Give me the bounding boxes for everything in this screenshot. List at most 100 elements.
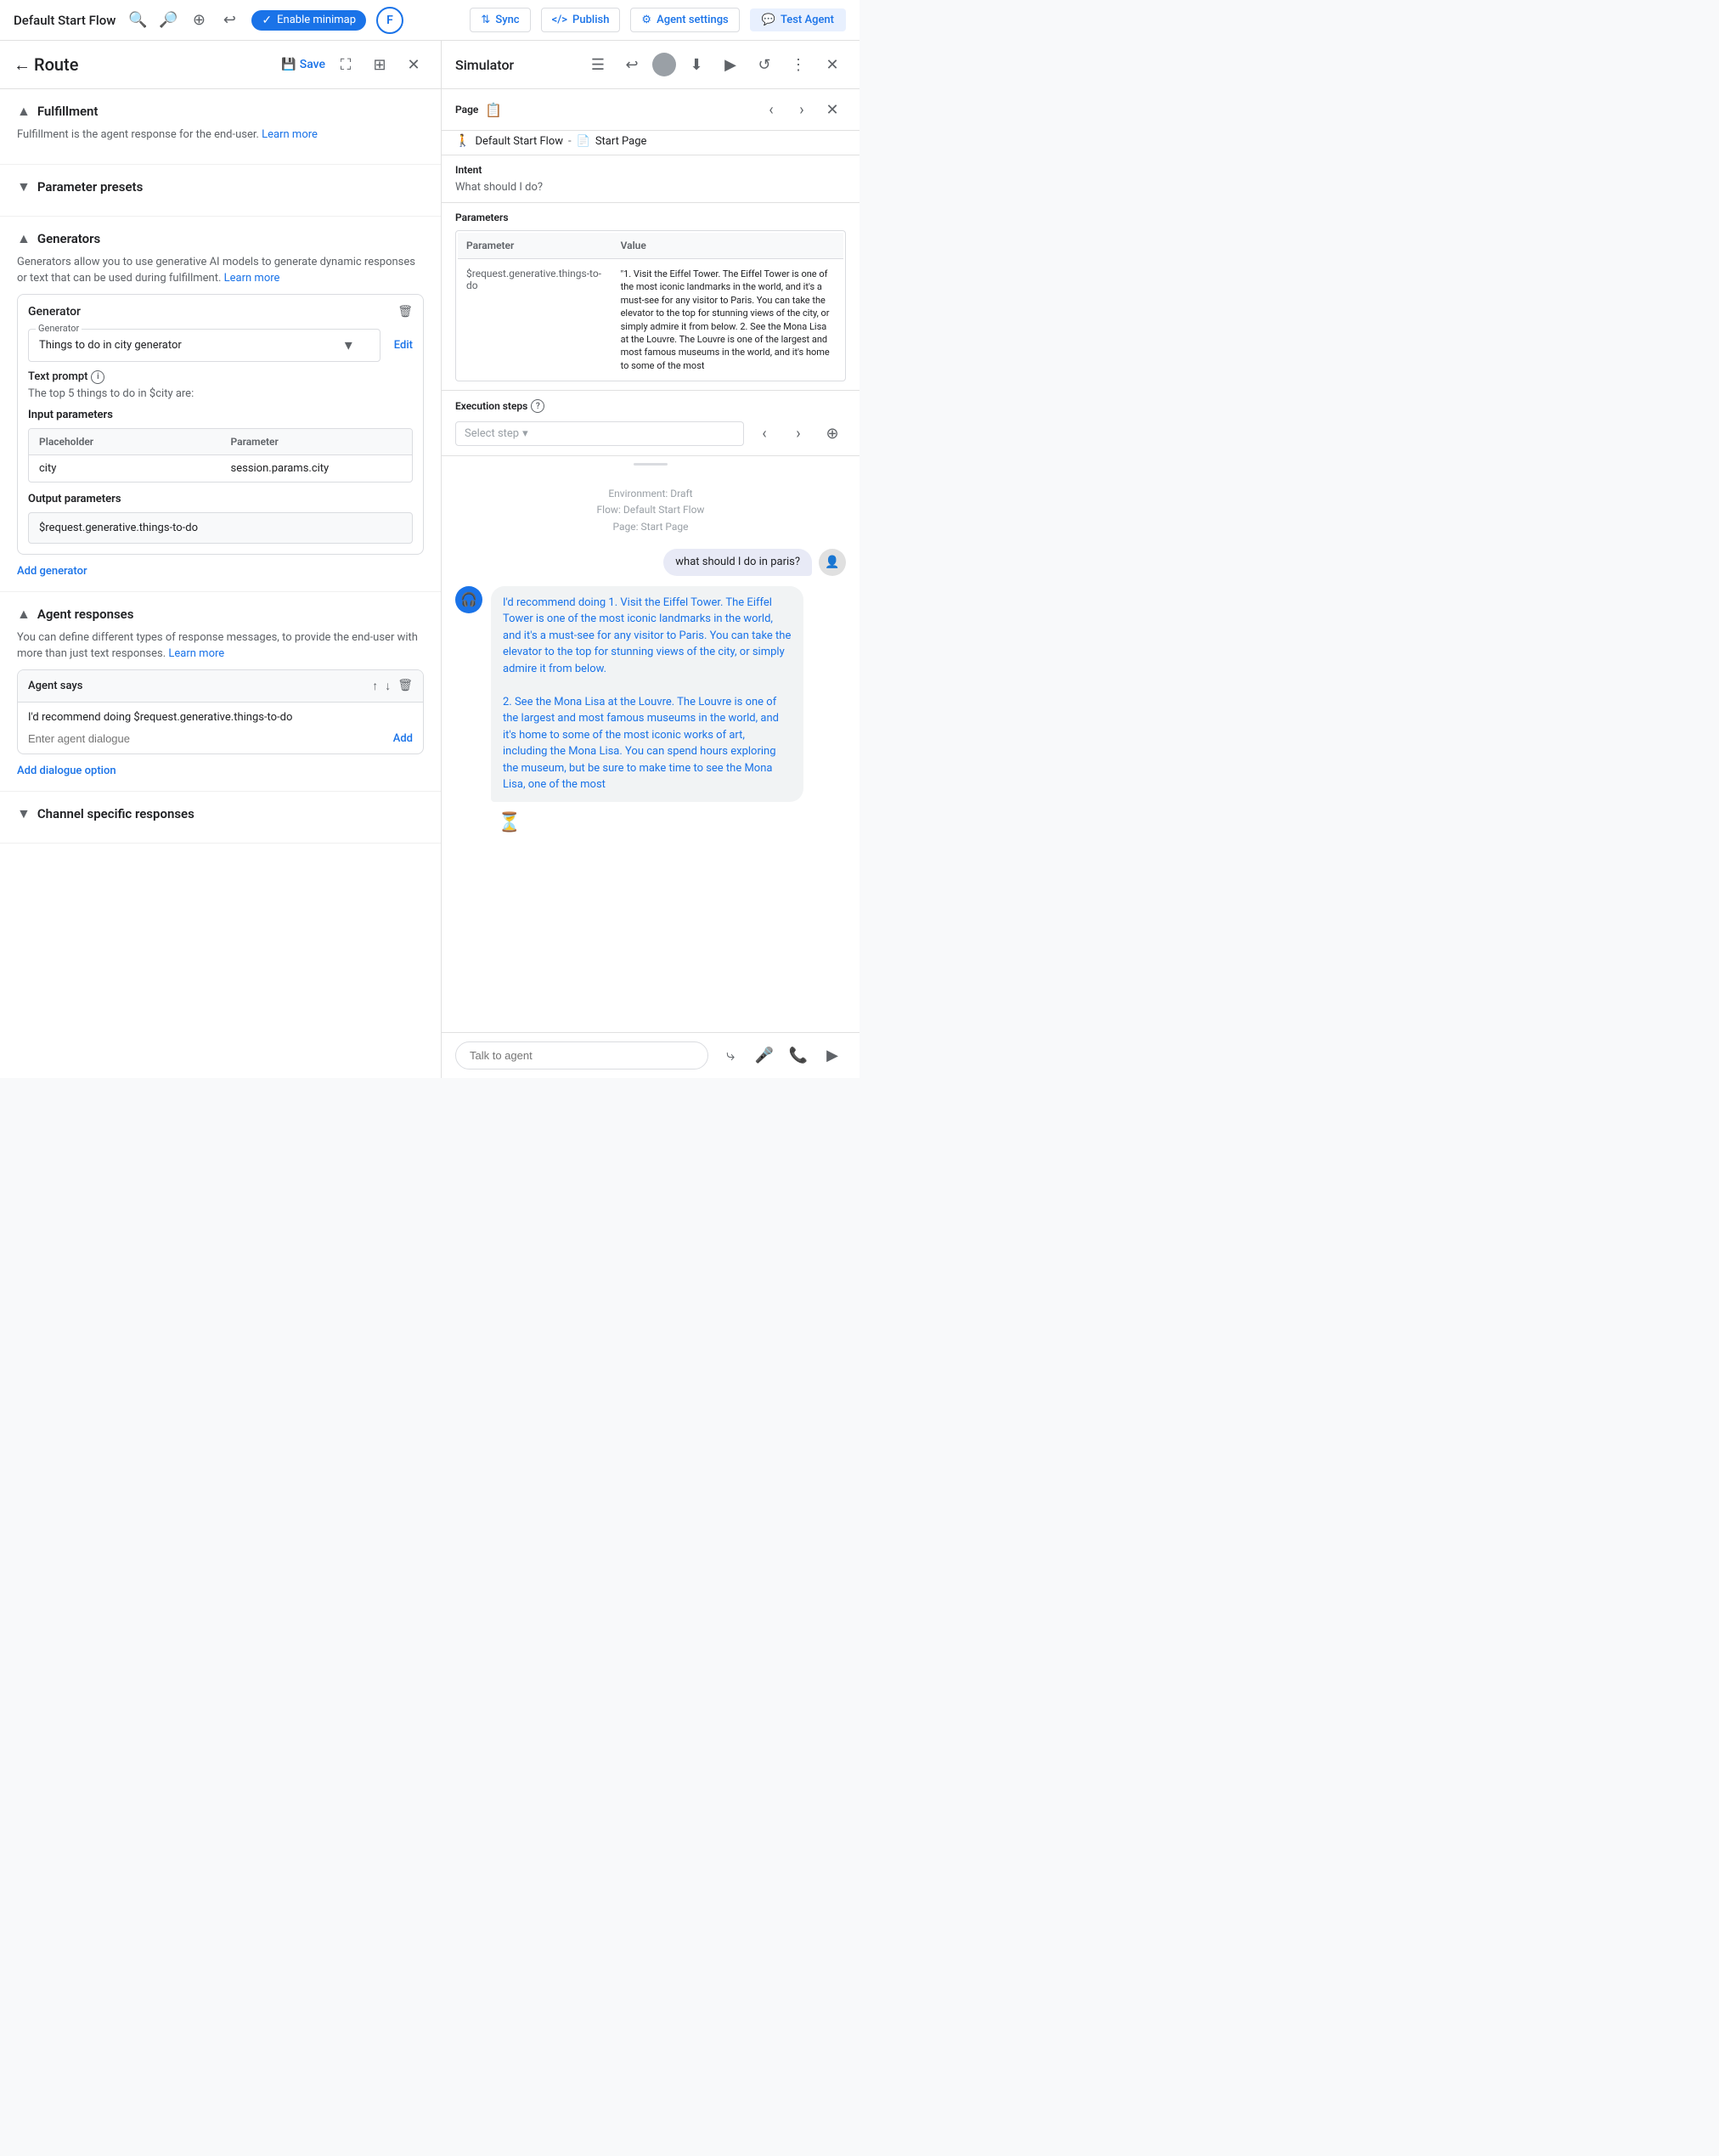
minimap-label: Enable minimap — [277, 14, 356, 26]
publish-button[interactable]: </> Publish — [541, 8, 621, 32]
page-doc-icon: 📋 — [485, 102, 502, 118]
settings-icon[interactable]: ⊞ — [366, 51, 393, 78]
send-icon[interactable]: ⤷ — [717, 1042, 744, 1070]
generator-dropdown[interactable]: Generator Things to do in city generator… — [28, 329, 380, 362]
output-field: $request.generative.things-to-do — [28, 512, 413, 544]
agent-says-actions: ↑ ↓ 🗑 — [372, 679, 413, 693]
chat-input[interactable] — [455, 1041, 708, 1070]
collapse-icon-generators: ▲ — [17, 230, 31, 247]
bot-message: 🎧 I'd recommend doing 1. Visit the Eiffe… — [455, 586, 846, 802]
back-arrow-icon: ← — [14, 54, 31, 76]
sim-page-info: Page 📋 — [455, 102, 751, 118]
right-panel: Simulator ☰ ↩ ⬇ ▶ ↺ ⋮ ✕ Page 📋 ‹ › ✕ — [442, 41, 860, 1078]
dropdown-label: Generator — [36, 323, 82, 334]
agent-settings-button[interactable]: ⚙ Agent settings — [630, 8, 739, 32]
page-next-icon[interactable]: › — [788, 96, 815, 123]
move-up-icon[interactable]: ↑ — [372, 679, 378, 693]
zoom-out-icon[interactable]: 🔎 — [156, 8, 180, 32]
add-dialogue-link[interactable]: Add dialogue option — [17, 765, 116, 777]
delete-generator-icon[interactable]: 🗑 — [397, 305, 413, 319]
move-down-icon[interactable]: ↓ — [385, 679, 391, 693]
undo-icon[interactable]: ↩ — [217, 8, 241, 32]
generators-header[interactable]: ▲ Generators — [17, 230, 424, 247]
agent-says-title: Agent says — [28, 680, 82, 692]
agent-input-row: Add — [18, 732, 423, 753]
step-next-icon[interactable]: › — [785, 420, 812, 447]
sim-page-detail: 🚶 Default Start Flow - 📄 Start Page — [442, 131, 860, 155]
generator-box-title: Generator — [28, 305, 81, 319]
agent-responses-section: ▲ Agent responses You can define differe… — [0, 592, 441, 792]
user-avatar[interactable]: F — [376, 7, 403, 34]
sim-play-icon[interactable]: ▶ — [717, 51, 744, 78]
generators-learn-more[interactable]: Learn more — [224, 272, 280, 285]
param-key: $request.generative.things-to-do — [458, 261, 612, 379]
page-close-icon[interactable]: ✕ — [819, 96, 846, 123]
phone-icon[interactable]: 📞 — [785, 1042, 812, 1070]
step-dropdown[interactable]: Select step ▾ — [455, 421, 744, 446]
left-panel-header: ← Route 💾 Save ⛶ ⊞ ✕ — [0, 41, 441, 89]
user-avatar-chat: 👤 — [819, 549, 846, 576]
chat-input-actions: ⤷ 🎤 📞 ▶ — [717, 1042, 846, 1070]
page-label: Page — [455, 104, 478, 116]
info-icon: i — [91, 370, 104, 384]
user-bubble: what should I do in paris? — [663, 549, 812, 576]
left-panel: ← Route 💾 Save ⛶ ⊞ ✕ ▲ Fulfillment Fulfi… — [0, 41, 442, 1078]
main-layout: ← Route 💾 Save ⛶ ⊞ ✕ ▲ Fulfillment Fulfi… — [0, 41, 860, 1078]
sim-more-icon[interactable]: ⋮ — [785, 51, 812, 78]
delete-response-icon[interactable]: 🗑 — [397, 679, 413, 693]
chat-area[interactable]: Environment: DraftFlow: Default Start Fl… — [442, 472, 860, 1032]
bot-avatar: 🎧 — [455, 586, 482, 613]
step-focus-icon[interactable]: ⊕ — [819, 420, 846, 447]
code-icon: </> — [552, 14, 567, 26]
fit-icon[interactable]: ⊕ — [187, 8, 211, 32]
channel-responses-header[interactable]: ▼ Channel specific responses — [17, 805, 424, 822]
agent-says-content: I'd recommend doing $request.generative.… — [18, 703, 423, 732]
agent-responses-title: Agent responses — [37, 607, 134, 622]
topbar-actions: ⇅ Sync </> Publish ⚙ Agent settings 💬 Te… — [470, 8, 846, 32]
page-prev-icon[interactable]: ‹ — [758, 96, 785, 123]
params-table-header: Placeholder Parameter — [29, 429, 412, 454]
flow-title: Default Start Flow — [14, 13, 116, 28]
sim-undo-icon[interactable]: ↩ — [618, 51, 645, 78]
sim-close-icon[interactable]: ✕ — [819, 51, 846, 78]
step-dropdown-arrow: ▾ — [522, 427, 528, 440]
channel-responses-title: Channel specific responses — [37, 806, 194, 821]
agent-dialogue-input[interactable] — [28, 732, 386, 745]
save-button[interactable]: 💾 Save — [281, 58, 325, 71]
page-file-icon: 📄 — [577, 135, 590, 148]
flow-name: Default Start Flow — [475, 135, 563, 148]
sim-refresh-icon[interactable]: ↺ — [751, 51, 778, 78]
zoom-in-icon[interactable]: 🔍 — [126, 8, 149, 32]
expand-icon[interactable]: ⛶ — [332, 51, 359, 78]
walk-icon: 🚶 — [455, 134, 470, 148]
forward-icon[interactable]: ▶ — [819, 1042, 846, 1070]
minimap-toggle[interactable]: ✓ Enable minimap — [251, 10, 366, 31]
placeholder-value: city — [29, 455, 221, 482]
generator-dropdown-value: Things to do in city generator — [39, 339, 182, 352]
agent-responses-learn-more[interactable]: Learn more — [168, 647, 224, 660]
fulfillment-header[interactable]: ▲ Fulfillment — [17, 103, 424, 120]
sync-button[interactable]: ⇅ Sync — [470, 8, 530, 32]
sim-params-table: Parameter Value $request.generative.thin… — [455, 230, 846, 381]
page-name: Start Page — [595, 135, 647, 148]
sim-download-icon[interactable]: ⬇ — [683, 51, 710, 78]
chat-icon: 💬 — [762, 14, 775, 26]
test-agent-button[interactable]: 💬 Test Agent — [750, 8, 846, 31]
edit-generator-link[interactable]: Edit — [394, 339, 413, 352]
add-generator-link[interactable]: Add generator — [17, 565, 87, 578]
parameter-presets-header[interactable]: ▼ Parameter presets — [17, 178, 424, 195]
agent-input-add-button[interactable]: Add — [393, 732, 413, 745]
back-to-route[interactable]: ← Route — [14, 54, 78, 76]
agent-responses-desc: You can define different types of respon… — [17, 629, 424, 663]
sim-page-row: Page 📋 ‹ › ✕ — [442, 89, 860, 131]
sim-menu-icon[interactable]: ☰ — [584, 51, 612, 78]
generator-box: Generator 🗑 Generator Things to do in ci… — [17, 294, 424, 555]
step-prev-icon[interactable]: ‹ — [751, 420, 778, 447]
mic-icon[interactable]: 🎤 — [751, 1042, 778, 1070]
agent-responses-header[interactable]: ▲ Agent responses — [17, 606, 424, 623]
fulfillment-learn-more[interactable]: Learn more — [262, 128, 318, 141]
channel-responses-section: ▼ Channel specific responses — [0, 792, 441, 844]
separator: - — [568, 135, 572, 148]
close-icon[interactable]: ✕ — [400, 51, 427, 78]
input-params-table: Placeholder Parameter city session.param… — [28, 428, 413, 483]
